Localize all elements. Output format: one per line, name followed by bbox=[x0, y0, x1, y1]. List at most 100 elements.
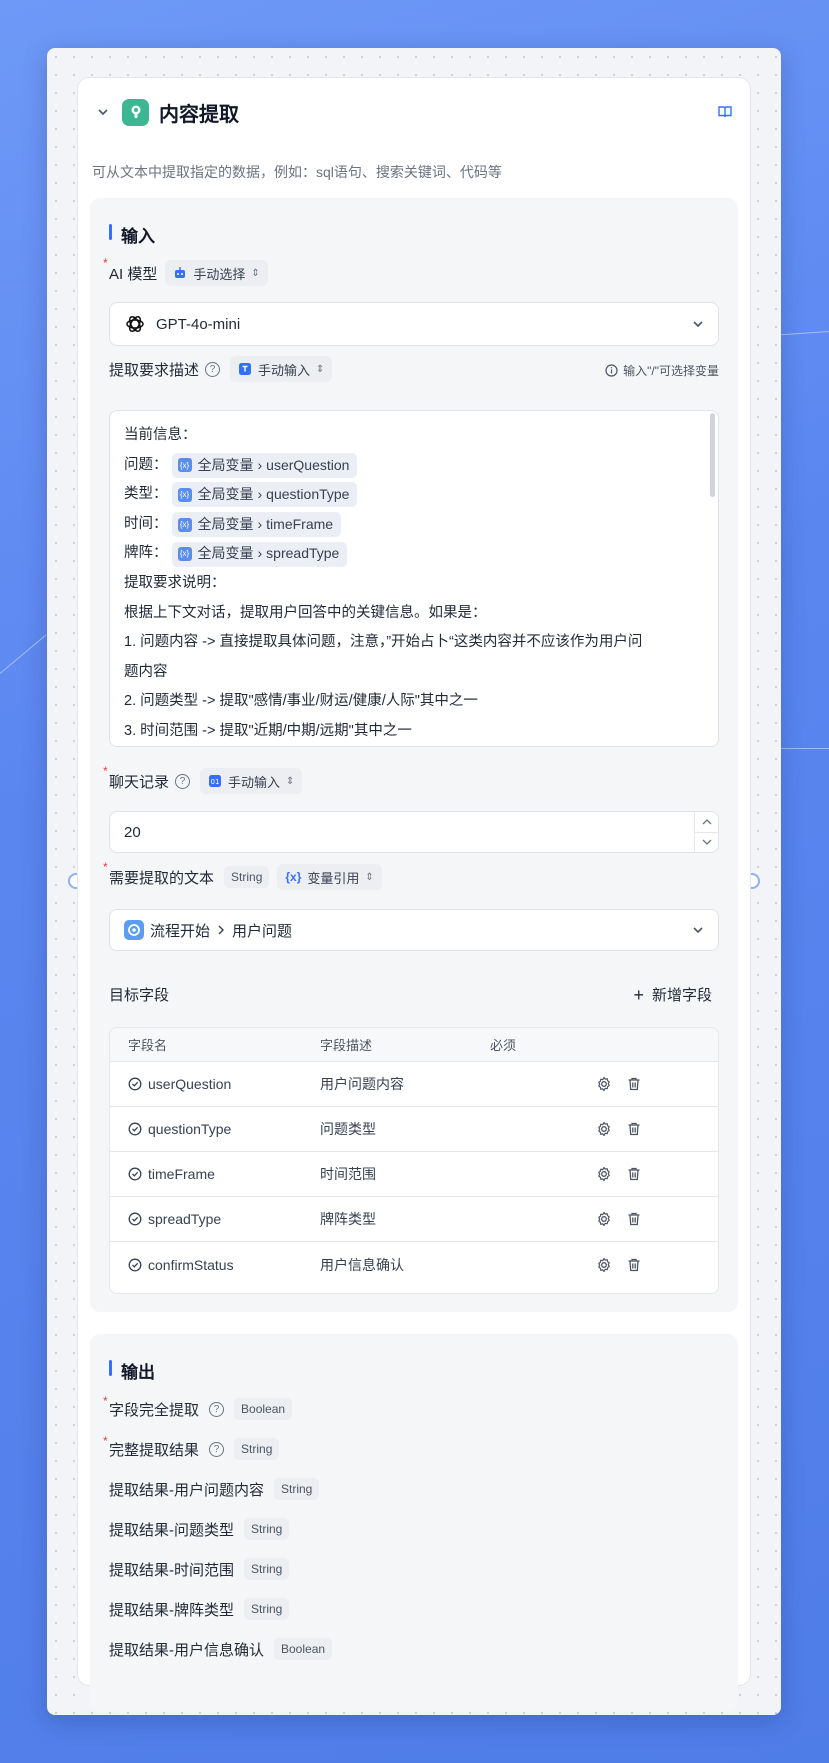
line-text: 当前信息： bbox=[124, 427, 197, 443]
book-icon[interactable] bbox=[714, 101, 736, 123]
variable-chip[interactable]: {x} 全局变量 › userQuestion bbox=[171, 452, 358, 478]
table-row: spreadType 牌阵类型 bbox=[110, 1197, 718, 1242]
text-line: 提取要求说明： bbox=[124, 569, 704, 599]
text-line: 根据上下文对话，提取用户回答中的关键信息。如果是： bbox=[124, 599, 704, 629]
column-header: 必须 bbox=[490, 1038, 517, 1053]
updown-icon: ⇕ bbox=[365, 871, 374, 883]
output-section-title: 输出 bbox=[109, 1358, 155, 1383]
text-to-extract-label: 需要提取的文本 bbox=[109, 869, 215, 887]
variable-line: 类型： {x} 全局变量 › questionType bbox=[124, 480, 704, 510]
gear-icon[interactable] bbox=[596, 1257, 612, 1273]
row-actions bbox=[596, 1257, 642, 1273]
variable-hint-text: 输入"/"可选择变量 bbox=[623, 364, 719, 378]
trash-icon[interactable] bbox=[626, 1211, 642, 1227]
gear-icon[interactable] bbox=[596, 1211, 612, 1227]
trash-icon[interactable] bbox=[626, 1076, 642, 1092]
ai-model-mode-label: 手动选择 bbox=[193, 266, 246, 282]
updown-icon: ⇕ bbox=[251, 267, 260, 279]
text-line: 当前信息： bbox=[124, 421, 704, 451]
line-text: 3. 时间范围 -> 提取"近期/中期/远期"其中之一 bbox=[124, 722, 412, 739]
type-tag: String bbox=[234, 1438, 280, 1460]
add-field-button[interactable]: + 新增字段 bbox=[633, 984, 712, 1005]
help-icon[interactable]: ? bbox=[175, 773, 191, 789]
stepper-down-icon[interactable] bbox=[695, 833, 718, 853]
trash-icon[interactable] bbox=[626, 1121, 642, 1137]
scrollbar[interactable] bbox=[710, 413, 715, 497]
variable-chip[interactable]: {x} 全局变量 › timeFrame bbox=[171, 512, 342, 538]
field-name: userQuestion bbox=[148, 1076, 232, 1092]
variable-line: 时间： {x} 全局变量 › timeFrame bbox=[124, 510, 704, 540]
field-name-cell: spreadType bbox=[110, 1211, 320, 1227]
type-tag: String bbox=[244, 1558, 290, 1580]
type-tag: String bbox=[244, 1518, 290, 1540]
field-desc: 时间范围 bbox=[320, 1166, 376, 1182]
number-stepper[interactable] bbox=[694, 812, 718, 852]
node-title: 内容提取 bbox=[159, 103, 239, 126]
text-line: 3. 时间范围 -> 提取"近期/中期/远期"其中之一 bbox=[124, 717, 704, 746]
required-marker: * bbox=[103, 764, 108, 778]
extract-desc-textarea[interactable]: 当前信息： 问题： {x} 全局变量 › userQuestion 类型： {x} 全局变量… bbox=[109, 410, 719, 747]
line-text: 1. 问题内容 -> 直接提取具体问题，注意，”开始占卜“这类内容并不应该作为用… bbox=[124, 634, 643, 651]
variable-select[interactable]: 流程开始 用户问题 bbox=[109, 909, 719, 951]
check-circle-icon bbox=[128, 1212, 142, 1226]
ai-model-mode-select[interactable]: 手动选择 ⇕ bbox=[165, 260, 268, 286]
required-marker: * bbox=[103, 256, 108, 270]
chat-history-mode-select[interactable]: 01 手动输入 ⇕ bbox=[200, 768, 303, 794]
ai-model-field-label: * AI 模型 手动选择 ⇕ bbox=[103, 256, 268, 286]
field-name: spreadType bbox=[148, 1211, 222, 1227]
field-name: timeFrame bbox=[148, 1166, 215, 1182]
field-desc: 问题类型 bbox=[320, 1121, 376, 1137]
required-marker: * bbox=[103, 860, 108, 874]
gear-icon[interactable] bbox=[596, 1121, 612, 1137]
text-to-extract-mode-select[interactable]: {x} 变量引用 ⇕ bbox=[277, 864, 382, 890]
gear-icon[interactable] bbox=[596, 1076, 612, 1092]
text-line: 2. 问题类型 -> 提取"感情/事业/财运/健康/人际"其中之一 bbox=[124, 687, 704, 717]
help-icon[interactable]: ? bbox=[209, 1401, 225, 1417]
workflow-canvas[interactable]: 内容提取 可从文本中提取指定的数据，例如：sql语句、搜索关键词、代码等 输入 … bbox=[47, 48, 781, 1715]
variable-chip[interactable]: {x} 全局变量 › questionType bbox=[171, 482, 358, 508]
gear-icon[interactable] bbox=[596, 1166, 612, 1182]
variable-icon: {x} bbox=[177, 458, 192, 473]
chat-history-field-label: * 聊天记录 ? 01 手动输入 ⇕ bbox=[103, 764, 303, 794]
content-extract-node[interactable]: 内容提取 可从文本中提取指定的数据，例如：sql语句、搜索关键词、代码等 输入 … bbox=[77, 77, 751, 1712]
output-item: 提取结果-用户问题内容 String bbox=[109, 1478, 320, 1500]
help-icon[interactable]: ? bbox=[205, 361, 221, 377]
chat-history-input[interactable]: 20 bbox=[109, 811, 719, 853]
model-select[interactable]: GPT-4o-mini bbox=[109, 302, 719, 346]
variable-icon: {x} bbox=[285, 870, 302, 884]
trash-icon[interactable] bbox=[626, 1257, 642, 1273]
extract-desc-mode-label: 手动输入 bbox=[258, 362, 311, 378]
check-circle-icon bbox=[128, 1122, 142, 1136]
extract-desc-field-label: 提取要求描述 ? 手动输入 ⇕ bbox=[109, 356, 333, 382]
output-label: 提取结果-用户问题内容 bbox=[109, 1481, 264, 1499]
collapse-chevron-icon[interactable] bbox=[92, 101, 114, 123]
chat-history-mode-label: 手动输入 bbox=[228, 774, 281, 790]
output-item: * 字段完全提取? Boolean bbox=[103, 1394, 293, 1420]
flow-start-icon bbox=[124, 920, 144, 940]
chevron-down-icon bbox=[692, 318, 704, 330]
trash-icon[interactable] bbox=[626, 1166, 642, 1182]
field-name-cell: timeFrame bbox=[110, 1166, 320, 1182]
variable-chip[interactable]: {x} 全局变量 › spreadType bbox=[171, 541, 348, 567]
required-marker: * bbox=[103, 1394, 108, 1408]
stepper-up-icon[interactable] bbox=[695, 812, 718, 833]
chevron-right-icon: › bbox=[257, 545, 263, 562]
node-description: 可从文本中提取指定的数据，例如：sql语句、搜索关键词、代码等 bbox=[92, 164, 502, 180]
field-desc: 用户问题内容 bbox=[320, 1076, 404, 1092]
extract-desc-mode-select[interactable]: 手动输入 ⇕ bbox=[230, 356, 333, 382]
check-circle-icon bbox=[128, 1077, 142, 1091]
help-icon[interactable]: ? bbox=[209, 1441, 225, 1457]
line-prefix: 问题： bbox=[124, 456, 168, 473]
svg-text:01: 01 bbox=[211, 778, 220, 786]
chevron-down-icon bbox=[692, 924, 704, 936]
output-section: 输出 * 字段完全提取? Boolean * 完整提取结果? String 提取结果-用户问… bbox=[90, 1334, 738, 1712]
chat-history-label: 聊天记录 bbox=[109, 773, 170, 791]
table-row: questionType 问题类型 bbox=[110, 1107, 718, 1152]
table-header: 字段名 字段描述 必须 bbox=[110, 1028, 718, 1062]
output-label: 提取结果-时间范围 bbox=[109, 1561, 234, 1579]
target-fields-label: 目标字段 bbox=[109, 987, 170, 1004]
chevron-right-icon: › bbox=[257, 515, 263, 532]
text-line: 1. 问题内容 -> 直接提取具体问题，注意，”开始占卜“这类内容并不应该作为用… bbox=[124, 628, 704, 658]
variable-icon: {x} bbox=[177, 547, 192, 562]
robot-icon bbox=[173, 266, 187, 280]
